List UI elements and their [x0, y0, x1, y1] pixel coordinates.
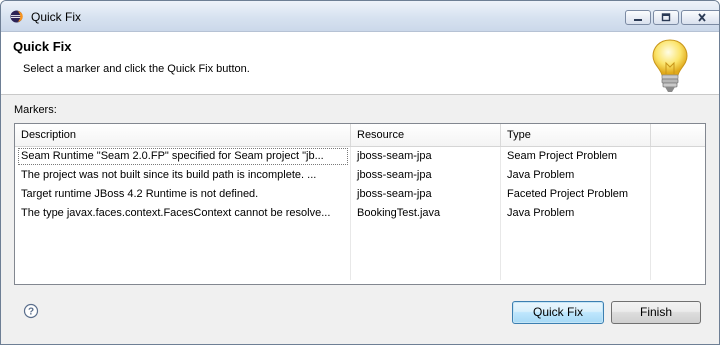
window-title: Quick Fix: [31, 10, 82, 24]
cell-empty: [501, 242, 651, 261]
svg-text:?: ?: [28, 307, 34, 318]
help-icon[interactable]: ?: [23, 303, 39, 319]
close-button[interactable]: [681, 10, 719, 25]
quick-fix-dialog: Quick Fix Quick Fix Select a marker and …: [0, 0, 720, 345]
cell-description: Seam Runtime "Seam 2.0.FP" specified for…: [21, 150, 324, 162]
table-row-empty: [15, 223, 705, 242]
column-header-resource[interactable]: Resource: [351, 124, 501, 146]
table-row[interactable]: The project was not built since its buil…: [15, 166, 705, 185]
cell-empty: [351, 261, 501, 280]
cell-empty: [651, 204, 705, 223]
cell-empty: [351, 223, 501, 242]
cell-empty: [15, 261, 351, 280]
cell-type: Java Problem: [501, 166, 651, 185]
cell-empty: [15, 223, 351, 242]
column-header-description[interactable]: Description: [15, 124, 351, 146]
cell-resource: jboss-seam-jpa: [351, 185, 501, 204]
cell-empty: [651, 166, 705, 185]
cell-type: Faceted Project Problem: [501, 185, 651, 204]
title-bar[interactable]: Quick Fix: [1, 1, 719, 32]
table-row[interactable]: Seam Runtime "Seam 2.0.FP" specified for…: [15, 147, 705, 166]
cell-empty: [15, 242, 351, 261]
cell-empty: [501, 261, 651, 280]
cell-empty: [651, 261, 705, 280]
cell-empty: [651, 223, 705, 242]
lightbulb-icon: [652, 39, 688, 92]
table-body: Seam Runtime "Seam 2.0.FP" specified for…: [15, 147, 705, 284]
dialog-header: Quick Fix Select a marker and click the …: [1, 32, 719, 95]
eclipse-icon: [10, 10, 23, 23]
cell-empty: [651, 147, 705, 166]
minimize-button[interactable]: [625, 10, 651, 25]
close-icon: [698, 13, 706, 22]
maximize-icon: [661, 13, 671, 22]
cell-empty: [351, 242, 501, 261]
table-row-empty: [15, 242, 705, 261]
quick-fix-button[interactable]: Quick Fix: [512, 301, 604, 324]
maximize-button[interactable]: [653, 10, 679, 25]
cell-description-wrap: Seam Runtime "Seam 2.0.FP" specified for…: [15, 147, 351, 166]
cell-empty: [651, 242, 705, 261]
markers-table[interactable]: Description Resource Type Seam Runtime "…: [14, 123, 706, 285]
cell-type: Seam Project Problem: [501, 147, 651, 166]
table-header: Description Resource Type: [15, 124, 705, 147]
cell-description: The project was not built since its buil…: [15, 166, 351, 185]
table-row-empty: [15, 261, 705, 280]
cell-type: Java Problem: [501, 204, 651, 223]
dialog-heading: Quick Fix: [13, 39, 72, 54]
finish-button[interactable]: Finish: [611, 301, 701, 324]
cell-description: Target runtime JBoss 4.2 Runtime is not …: [15, 185, 351, 204]
cell-empty: [501, 223, 651, 242]
cell-empty: [651, 185, 705, 204]
column-header-filler: [651, 124, 705, 146]
table-row[interactable]: The type javax.faces.context.FacesContex…: [15, 204, 705, 223]
column-header-type[interactable]: Type: [501, 124, 651, 146]
dialog-description: Select a marker and click the Quick Fix …: [23, 63, 250, 75]
cell-resource: BookingTest.java: [351, 204, 501, 223]
markers-label: Markers:: [14, 104, 57, 116]
table-row[interactable]: Target runtime JBoss 4.2 Runtime is not …: [15, 185, 705, 204]
minimize-icon: [634, 18, 642, 21]
cell-resource: jboss-seam-jpa: [351, 166, 501, 185]
cell-description: The type javax.faces.context.FacesContex…: [15, 204, 351, 223]
cell-resource: jboss-seam-jpa: [351, 147, 501, 166]
